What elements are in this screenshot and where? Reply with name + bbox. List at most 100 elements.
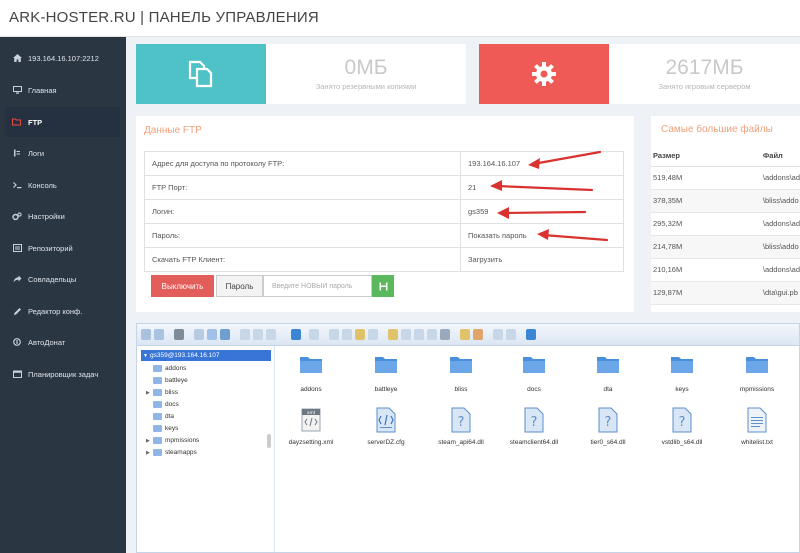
chevron-down-icon[interactable]: ▼ (143, 353, 150, 359)
forward-icon[interactable] (154, 329, 164, 340)
extract-icon[interactable] (427, 329, 437, 340)
file-item[interactable]: ? steamclient64.dll (499, 407, 569, 457)
tree-node[interactable]: addons (153, 363, 186, 374)
folder-icon (153, 449, 162, 456)
upload-icon[interactable] (266, 329, 276, 340)
folder-icon (153, 389, 162, 396)
save-file-icon[interactable] (220, 329, 230, 340)
file-path: \bliss\addo (760, 235, 800, 259)
folder-icon (523, 357, 545, 373)
folder-icon (153, 377, 162, 384)
table-row: 214,78M \bliss\addo (651, 235, 800, 259)
folder-label: addons (300, 386, 322, 393)
tools-icon[interactable] (440, 329, 450, 340)
new-file-icon[interactable] (194, 329, 204, 340)
archive-icon[interactable] (414, 329, 424, 340)
file-manager-toolbar (137, 324, 799, 346)
folder-item[interactable]: keys (647, 354, 717, 404)
tree-node-label: battleye (165, 377, 188, 384)
file-item[interactable]: serverDZ.cfg (351, 407, 421, 457)
svg-text:?: ? (679, 415, 686, 430)
tree-node[interactable]: ▶ bliss (146, 387, 178, 398)
table-row: 210,16M \addons\ad (651, 258, 800, 282)
folder-icon (153, 401, 162, 408)
folder-label: dta (603, 386, 613, 393)
folder-label: docs (527, 386, 541, 393)
svg-text:?: ? (605, 415, 612, 430)
paste-icon[interactable] (355, 329, 365, 340)
copy-file-icon[interactable] (329, 329, 339, 340)
new-folder-icon[interactable] (240, 329, 250, 340)
list-view-icon[interactable] (473, 329, 483, 340)
folder-icon (153, 413, 162, 420)
tree-node[interactable]: keys (153, 423, 178, 434)
file-item[interactable]: xml dayzsetting.xml (276, 407, 346, 457)
folder-icon (153, 425, 162, 432)
tree-node[interactable]: docs (153, 399, 179, 410)
file-size: 378,35M (651, 189, 761, 213)
chevron-right-icon[interactable]: ▶ (146, 390, 153, 396)
folder-item[interactable]: mpmissions (722, 354, 792, 404)
unknown-file-icon: ? (451, 407, 471, 433)
text-file-icon (747, 407, 767, 433)
help-icon[interactable] (526, 329, 536, 340)
svg-text:?: ? (531, 415, 538, 430)
tree-scrollbar[interactable] (267, 434, 271, 448)
table-row: 295,32M \addons\ad (651, 212, 800, 236)
icons-view-icon[interactable] (460, 329, 470, 340)
folder-item[interactable]: docs (499, 354, 569, 404)
tree-node[interactable]: ▶ mpmissions (146, 435, 199, 446)
tree-node[interactable]: battleye (153, 375, 188, 386)
folder-item[interactable]: dta (573, 354, 643, 404)
file-item[interactable]: whitelist.txt (722, 407, 792, 457)
file-size: 210,16M (651, 258, 761, 282)
sort-icon[interactable] (493, 329, 503, 340)
view-icon[interactable] (309, 329, 319, 340)
tree-node[interactable]: dta (153, 411, 174, 422)
cut-icon[interactable] (342, 329, 352, 340)
unknown-file-icon: ? (524, 407, 544, 433)
table-row: 129,87M \dta\gui.pb (651, 281, 800, 305)
file-label: steamclient64.dll (509, 439, 559, 446)
back-icon[interactable] (141, 329, 151, 340)
tree-root[interactable]: ▼ gs359@193.164.16.107 (141, 350, 271, 361)
folder-label: bliss (454, 386, 468, 393)
file-item[interactable]: ? tier0_s64.dll (573, 407, 643, 457)
folder-icon (153, 437, 162, 444)
fullscreen-icon[interactable] (506, 329, 516, 340)
folder-icon (300, 357, 322, 373)
folder-item[interactable]: bliss (426, 354, 496, 404)
delete-icon[interactable] (368, 329, 378, 340)
edit-icon[interactable] (401, 329, 411, 340)
info-icon[interactable] (291, 329, 301, 340)
file-label: vstdlib_s64.dll (661, 439, 703, 446)
tree-root-label: gs359@193.164.16.107 (150, 352, 220, 359)
file-size: 214,78M (651, 235, 761, 259)
home-folder-icon[interactable] (174, 329, 184, 340)
folder-icon (671, 357, 693, 373)
file-path: \addons\ad (760, 212, 800, 236)
folder-icon (746, 357, 768, 373)
chevron-right-icon[interactable]: ▶ (146, 450, 153, 456)
folder-icon (597, 357, 619, 373)
table-row: 519,48M \addons\ad (651, 166, 800, 190)
file-item[interactable]: ? steam_api64.dll (426, 407, 496, 457)
file-item[interactable]: ? vstdlib_s64.dll (647, 407, 717, 457)
chevron-right-icon[interactable]: ▶ (146, 438, 153, 444)
tree-node[interactable]: ▶ steamapps (146, 447, 197, 458)
largest-files-table: Размер Файл 519,48M \addons\ad 378,35M \bl… (651, 146, 800, 305)
file-size: 519,48M (651, 166, 761, 190)
file-label: tier0_s64.dll (590, 439, 626, 446)
config-file-icon (376, 407, 396, 433)
folder-label: keys (675, 386, 689, 393)
column-header-size: Размер (651, 146, 761, 167)
rename-icon[interactable] (388, 329, 398, 340)
folder-item[interactable]: addons (276, 354, 346, 404)
arrow-port (495, 184, 594, 192)
folder-label: battleye (374, 386, 398, 393)
file-label: whitelist.txt (741, 439, 773, 446)
open-icon[interactable] (207, 329, 217, 340)
folder-item[interactable]: battleye (351, 354, 421, 404)
tree-node-label: dta (165, 413, 175, 420)
disk-icon[interactable] (253, 329, 263, 340)
